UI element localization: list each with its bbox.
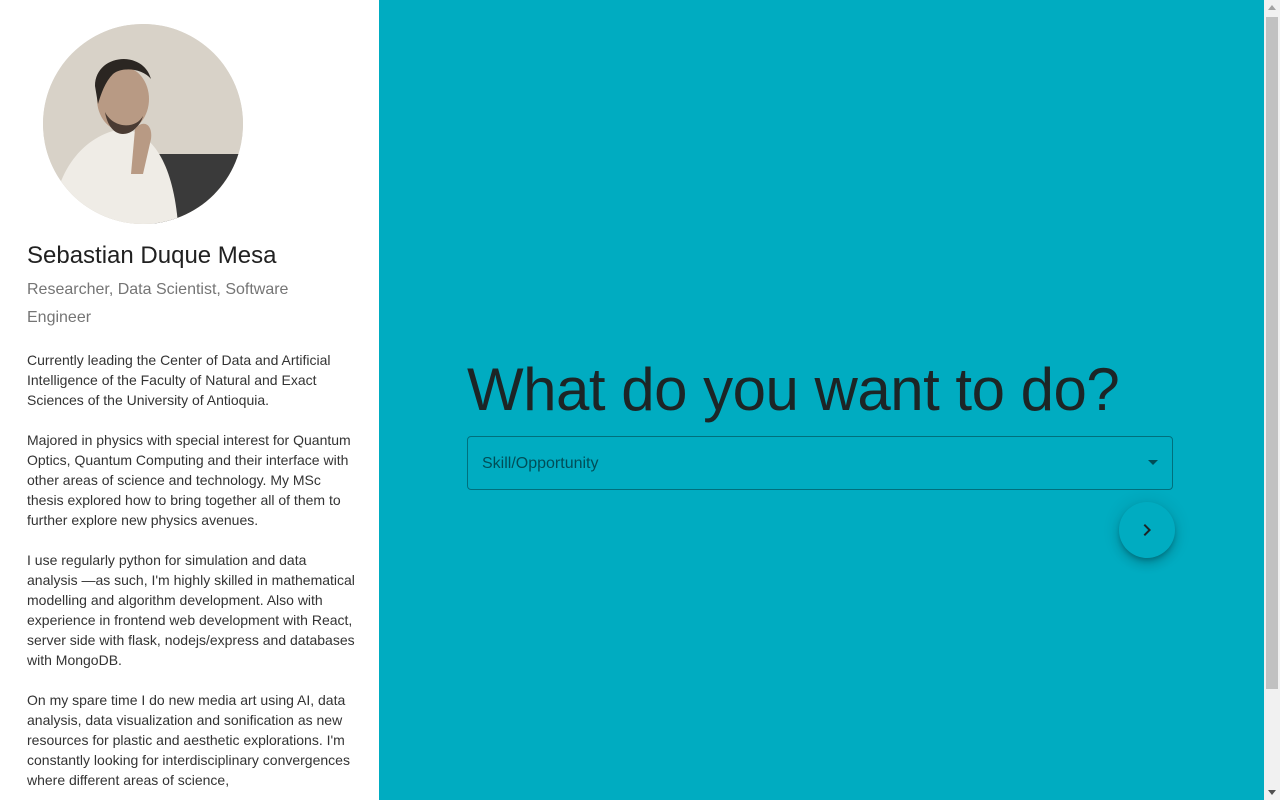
- next-button[interactable]: [1119, 502, 1175, 558]
- scroll-thumb[interactable]: [1266, 17, 1278, 689]
- profile-name: Sebastian Duque Mesa: [27, 242, 277, 269]
- profile-subtitle: Researcher, Data Scientist, Software Eng…: [27, 281, 289, 326]
- chevron-right-icon: [1143, 524, 1151, 536]
- avatar: [43, 24, 243, 224]
- page-title: What do you want to do?: [467, 356, 1120, 423]
- skill-opportunity-select[interactable]: Skill/Opportunity: [467, 436, 1173, 490]
- profile-bio: Currently leading the Center of Data and…: [27, 350, 355, 790]
- bio-paragraph: Currently leading the Center of Data and…: [27, 352, 331, 408]
- bio-paragraph: On my spare time I do new media art usin…: [27, 692, 350, 788]
- select-label: Skill/Opportunity: [482, 455, 599, 472]
- dropdown-arrow-icon: [1148, 460, 1158, 465]
- bio-paragraph: Majored in physics with special interest…: [27, 432, 351, 528]
- avatar-photo: [43, 24, 243, 224]
- page: Sebastian Duque Mesa Researcher, Data Sc…: [0, 0, 1280, 800]
- vertical-scrollbar[interactable]: [1264, 0, 1280, 800]
- scroll-down-arrow-icon[interactable]: [1268, 790, 1276, 795]
- profile-sidebar: Sebastian Duque Mesa Researcher, Data Sc…: [0, 0, 379, 800]
- main-panel: What do you want to do? Skill/Opportunit…: [379, 0, 1264, 800]
- bio-paragraph: I use regularly python for simulation an…: [27, 552, 355, 668]
- scroll-up-arrow-icon[interactable]: [1268, 5, 1276, 10]
